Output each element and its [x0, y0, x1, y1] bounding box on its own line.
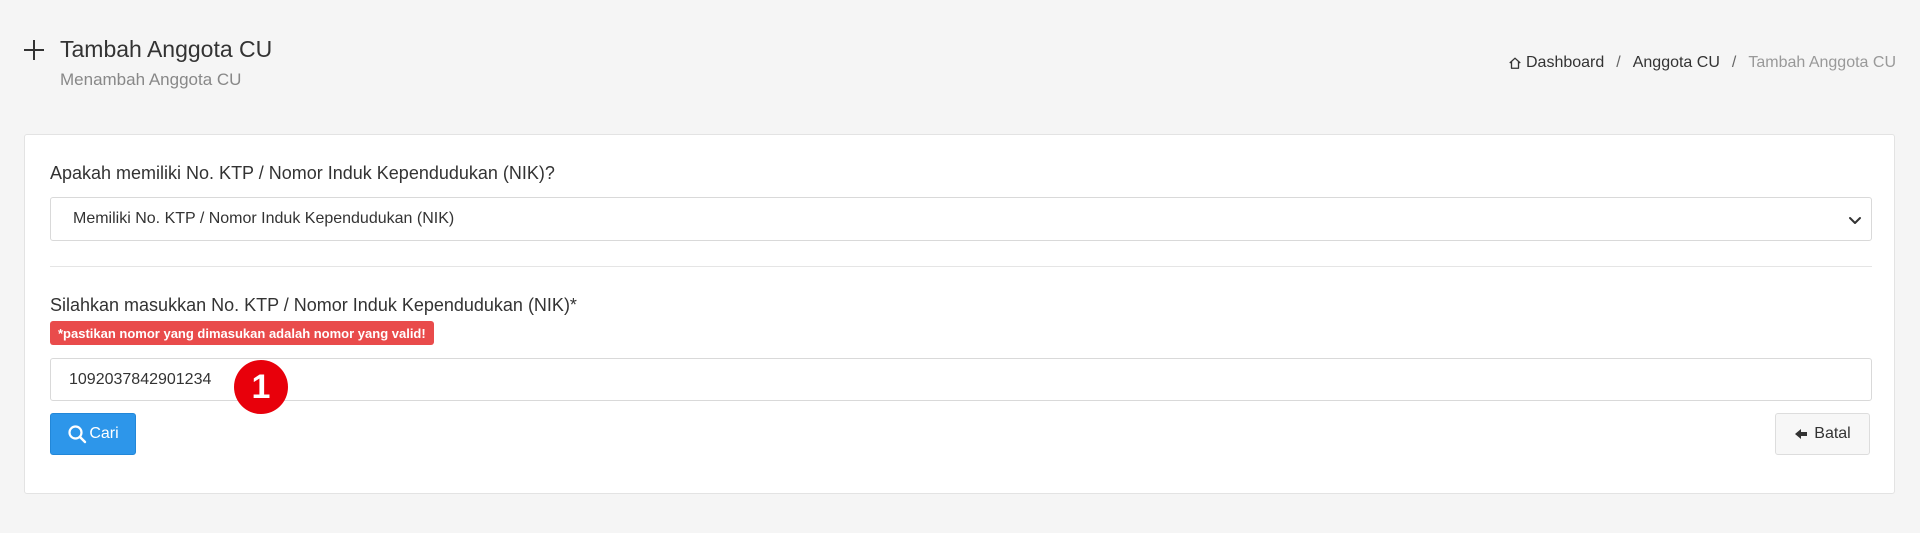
nik-input-label: Silahkan masukkan No. KTP / Nomor Induk … [50, 295, 577, 315]
nik-input[interactable] [50, 358, 1872, 401]
form-card: Apakah memiliki No. KTP / Nomor Induk Ke… [24, 134, 1895, 494]
search-button[interactable]: Cari [50, 413, 136, 455]
nik-question-select[interactable]: Memiliki No. KTP / Nomor Induk Kependudu… [50, 197, 1872, 241]
page-header: Tambah Anggota CU Menambah Anggota CU Da… [0, 0, 1920, 120]
breadcrumb-separator: / [1731, 54, 1737, 71]
cancel-button[interactable]: Batal [1775, 413, 1870, 455]
nik-warning-badge: *pastikan nomor yang dimasukan adalah no… [50, 321, 434, 345]
cancel-button-label: Batal [1814, 425, 1851, 442]
breadcrumb-current: Tambah Anggota CU [1748, 54, 1896, 71]
arrow-left-icon [1795, 429, 1808, 439]
search-button-label: Cari [89, 425, 119, 442]
plus-icon [22, 38, 46, 62]
home-icon [1509, 57, 1521, 69]
breadcrumb-separator: / [1616, 54, 1621, 71]
breadcrumb: Dashboard / Anggota CU / Tambah Anggota … [1508, 54, 1896, 72]
nik-question-label: Apakah memiliki No. KTP / Nomor Induk Ke… [50, 163, 555, 183]
page-title: Tambah Anggota CU [60, 36, 273, 62]
step-marker: 1 [234, 360, 288, 414]
page-subtitle: Menambah Anggota CU [60, 70, 242, 89]
chevron-down-icon [1849, 217, 1861, 224]
breadcrumb-dashboard[interactable]: Dashboard [1526, 54, 1604, 72]
breadcrumb-anggota-cu[interactable]: Anggota CU [1633, 54, 1720, 72]
divider [50, 266, 1872, 267]
search-icon [68, 425, 87, 444]
select-value: Memiliki No. KTP / Nomor Induk Kependudu… [73, 210, 455, 227]
